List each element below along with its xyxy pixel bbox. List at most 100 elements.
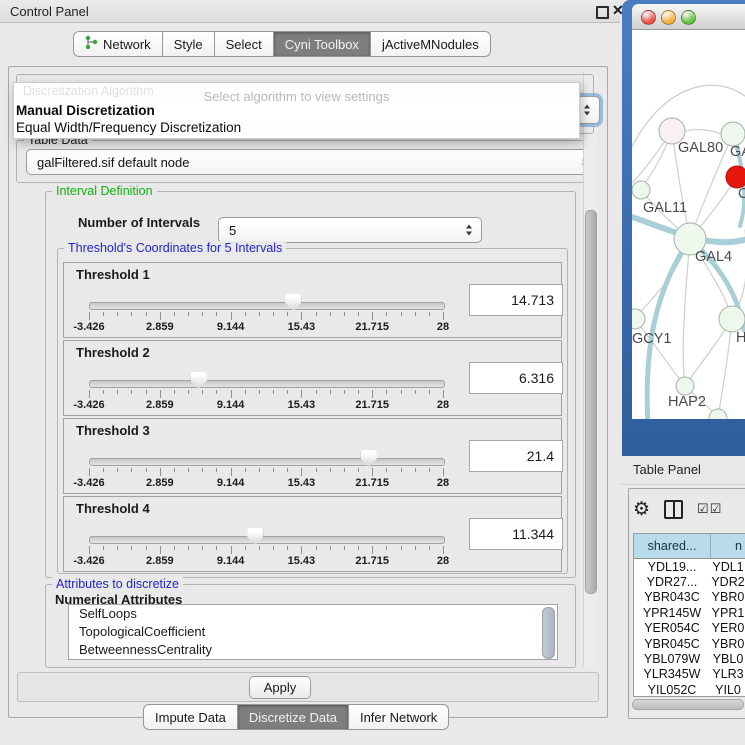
threshold-value-field[interactable]: 21.4	[469, 440, 563, 472]
tick-mark	[202, 468, 203, 472]
tick-mark	[287, 546, 288, 550]
tick-mark	[301, 312, 302, 320]
network-node-H-node[interactable]	[719, 306, 745, 332]
network-edge[interactable]	[635, 319, 685, 386]
combo-spinner-icon[interactable]	[466, 225, 472, 236]
tab-infer-network[interactable]: Infer Network	[349, 704, 449, 730]
threshold-slider-track[interactable]	[89, 458, 445, 466]
tick-mark	[287, 390, 288, 394]
table-data-combobox[interactable]: galFiltered.sif default node	[26, 149, 598, 175]
table-row[interactable]: YDR27...YDR2	[634, 574, 745, 589]
tick-mark	[216, 546, 217, 550]
tab-style[interactable]: Style	[163, 31, 215, 57]
tick-mark	[273, 390, 274, 394]
tick-mark	[160, 312, 161, 320]
float-window-icon[interactable]	[596, 6, 609, 19]
checkbox-icons[interactable]: ☑☑	[697, 501, 722, 517]
numerical-attributes-list[interactable]: SelfLoopsTopologicalCoefficientBetweenne…	[68, 604, 558, 660]
network-window-titlebar[interactable]	[632, 4, 745, 30]
network-canvas[interactable]: GAL80GACGAL11GAL4GCY1HHAP2	[632, 30, 745, 419]
node-table[interactable]: shared... n YDL19...YDL1YDR27...YDR2YBR0…	[633, 533, 745, 697]
tick-mark	[146, 546, 147, 550]
tick-mark	[316, 468, 317, 472]
network-edge[interactable]	[683, 239, 690, 386]
network-edge[interactable]	[685, 130, 721, 134]
popup-item-manual[interactable]: Manual Discretization	[16, 103, 155, 118]
tab-impute-data[interactable]: Impute Data	[143, 704, 238, 730]
network-node-GAL11[interactable]	[632, 181, 650, 199]
tick-mark	[216, 468, 217, 472]
tick-mark	[259, 312, 260, 316]
tab-jactivemnodules[interactable]: jActiveMNodules	[371, 31, 491, 57]
list-scrollbar[interactable]	[542, 607, 555, 659]
tab-label: Select	[226, 37, 262, 52]
column-header-shared[interactable]: shared...	[634, 534, 711, 558]
tick-label: 9.144	[199, 399, 263, 411]
cell-shared-name: YLR345W	[634, 667, 710, 681]
minimize-traffic-light[interactable]	[661, 10, 676, 25]
tick-mark	[401, 546, 402, 550]
network-node-GCY1[interactable]	[632, 309, 645, 329]
table-row[interactable]: YLR345WYLR3	[634, 667, 745, 682]
interval-group-label: Interval Definition	[52, 184, 157, 198]
tick-label: 2.859	[128, 477, 192, 489]
popup-hint: Select algorithm to view settings	[14, 89, 579, 104]
tick-label: 15.43	[269, 399, 333, 411]
apply-button[interactable]: Apply	[249, 676, 311, 699]
node-label-GAL4: GAL4	[695, 249, 732, 265]
attribute-item[interactable]: SelfLoops	[69, 605, 557, 623]
table-row[interactable]: YBL079WYBL0	[634, 651, 745, 666]
tick-mark	[273, 312, 274, 316]
popup-item-equal-width[interactable]: Equal Width/Frequency Discretization	[16, 120, 241, 135]
tick-mark	[89, 546, 90, 554]
table-row[interactable]: YDL19...YDL1	[634, 559, 745, 574]
tick-mark	[415, 546, 416, 550]
tick-mark	[344, 390, 345, 394]
cell-name: YPR1	[710, 606, 745, 620]
zoom-traffic-light[interactable]	[681, 10, 696, 25]
attribute-item[interactable]: TopologicalCoefficient	[69, 623, 557, 641]
num-intervals-combobox[interactable]: 5	[218, 217, 482, 243]
cell-name: YIL0	[710, 683, 745, 697]
table-row[interactable]: YIL052CYIL0	[634, 682, 745, 697]
threshold-value-field[interactable]: 14.713	[469, 284, 563, 316]
panel-scrollbar-thumb[interactable]	[585, 210, 597, 594]
tab-select[interactable]: Select	[215, 31, 274, 57]
gear-icon[interactable]: ⚙	[633, 500, 650, 519]
tab-discretize-data[interactable]: Discretize Data	[238, 704, 349, 730]
column-header-name[interactable]: n	[711, 534, 745, 558]
tick-mark	[231, 312, 232, 320]
apply-strip: Apply	[17, 672, 599, 702]
threshold-value-field[interactable]: 11.344	[469, 518, 563, 550]
close-traffic-light[interactable]	[641, 10, 656, 25]
tab-label: Discretize Data	[249, 710, 337, 725]
threshold-slider-track[interactable]	[89, 380, 445, 388]
tick-mark	[117, 546, 118, 550]
table-row[interactable]: YBR043CYBR0	[634, 590, 745, 605]
attribute-item[interactable]: BetweennessCentrality	[69, 641, 557, 659]
network-edge[interactable]	[718, 319, 732, 418]
table-row[interactable]: YPR145WYPR1	[634, 605, 745, 620]
tab-network[interactable]: Network	[73, 31, 163, 57]
table-row[interactable]: YBR045CYBR0	[634, 636, 745, 651]
table-row[interactable]: YER054CYER0	[634, 621, 745, 636]
tick-mark	[188, 546, 189, 550]
tick-mark	[301, 546, 302, 554]
tick-mark	[386, 390, 387, 394]
tick-mark	[344, 468, 345, 472]
threshold-slider-track[interactable]	[89, 536, 445, 544]
tick-mark	[103, 390, 104, 394]
threshold-slider-track[interactable]	[89, 302, 445, 310]
network-node-GAL-top[interactable]	[721, 122, 745, 146]
tick-mark	[273, 546, 274, 550]
tick-mark	[216, 312, 217, 316]
split-columns-icon[interactable]	[664, 500, 683, 519]
table-hscrollbar-thumb[interactable]	[632, 699, 744, 710]
tick-mark	[415, 312, 416, 316]
tick-mark	[330, 312, 331, 316]
combo-spinner-icon[interactable]	[584, 105, 590, 116]
network-node-HAP2[interactable]	[676, 377, 694, 395]
threshold-value-field[interactable]: 6.316	[469, 362, 563, 394]
network-node-red-node[interactable]	[726, 166, 745, 188]
tab-cyni-toolbox[interactable]: Cyni Toolbox	[274, 31, 371, 57]
